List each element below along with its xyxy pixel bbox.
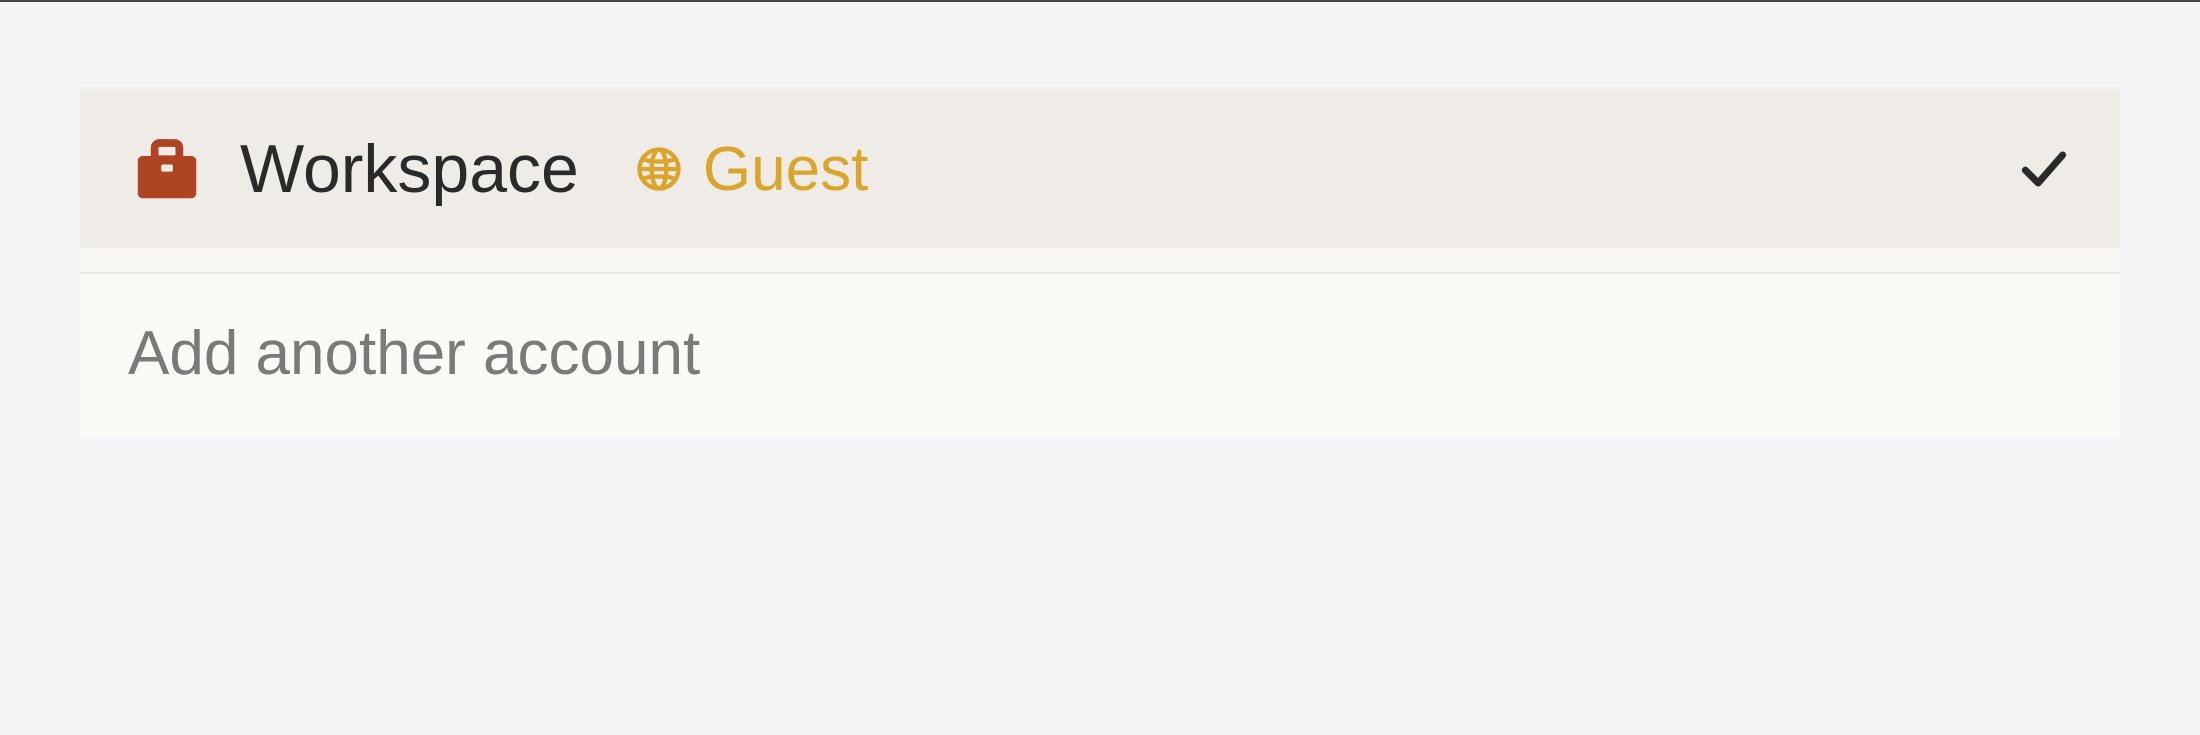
guest-badge: Guest	[633, 134, 868, 205]
guest-label: Guest	[703, 134, 868, 205]
divider	[80, 248, 2120, 274]
add-another-account-button[interactable]: Add another account	[80, 274, 2120, 437]
add-account-label: Add another account	[128, 319, 700, 388]
workspace-name: Workspace	[240, 130, 579, 208]
workspace-item[interactable]: Workspace Guest	[80, 87, 2120, 248]
account-switcher-panel: Workspace Guest Add another account	[0, 2, 2200, 437]
check-icon	[2016, 141, 2072, 197]
briefcase-icon	[128, 130, 206, 208]
globe-icon	[633, 143, 685, 195]
